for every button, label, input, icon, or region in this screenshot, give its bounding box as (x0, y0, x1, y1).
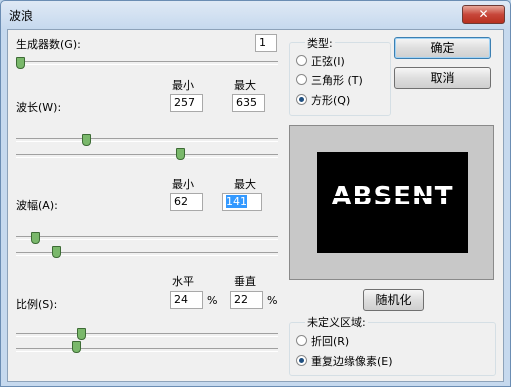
amplitude-min-input[interactable]: 62 (170, 193, 203, 211)
close-button[interactable]: ✕ (462, 5, 505, 24)
wavelength-min-input[interactable]: 257 (170, 94, 203, 112)
preview-wave-slice (317, 212, 468, 214)
type-sine-radio[interactable] (296, 55, 307, 66)
amplitude-min-header: 最小 (172, 178, 194, 191)
type-triangle-label[interactable]: 三角形 (T) (311, 72, 363, 88)
wrap-around-radio[interactable] (296, 335, 307, 346)
scale-vertical-input[interactable]: 22 (230, 291, 263, 309)
wavelength-max-slider-track[interactable] (16, 154, 278, 158)
scale-horizontal-input[interactable]: 24 (170, 291, 203, 309)
wavelength-min-slider-thumb[interactable] (82, 134, 92, 146)
wavelength-max-slider-thumb[interactable] (176, 148, 186, 160)
type-group-title: 类型: (305, 35, 335, 51)
amplitude-min-slider-track[interactable] (16, 236, 278, 240)
wavelength-max-header: 最大 (234, 79, 256, 92)
generators-slider-thumb[interactable] (16, 57, 25, 69)
amplitude-max-slider-thumb[interactable] (51, 246, 61, 258)
title-bar[interactable]: 波浪 ✕ (1, 1, 510, 29)
wavelength-min-header: 最小 (172, 79, 194, 92)
dialog-body: 生成器数(G): 1 最小 最大 波长(W): 257 635 最小 最大 波幅… (7, 29, 504, 382)
cancel-button[interactable]: 取消 (394, 67, 491, 89)
undefined-area-title: 未定义区域: (305, 314, 368, 330)
amplitude-max-input[interactable]: 141 (222, 193, 262, 211)
generators-input[interactable]: 1 (255, 34, 277, 52)
repeat-edge-pixels-label[interactable]: 重复边缘像素(E) (311, 353, 393, 369)
wavelength-label: 波长(W): (16, 101, 62, 114)
preview-image: ABSENT (317, 152, 468, 253)
preview-panel: ABSENT (289, 125, 494, 280)
scale-label: 比例(S): (16, 298, 58, 311)
window-title: 波浪 (9, 9, 34, 23)
ok-button[interactable]: 确定 (394, 37, 491, 59)
generators-slider-track[interactable] (16, 61, 278, 65)
scale-horizontal-header: 水平 (172, 275, 194, 288)
randomize-button[interactable]: 随机化 (363, 289, 424, 311)
scale-horizontal-slider-thumb[interactable] (76, 328, 86, 340)
type-square-radio[interactable] (296, 94, 307, 105)
repeat-edge-pixels-radio[interactable] (296, 355, 307, 366)
preview-wave-slice (317, 196, 468, 198)
amplitude-min-slider-thumb[interactable] (31, 232, 41, 244)
wavelength-min-slider-track[interactable] (16, 138, 278, 142)
wrap-around-label[interactable]: 折回(R) (311, 333, 349, 349)
wave-dialog: 波浪 ✕ 生成器数(G): 1 最小 最大 波长(W): 257 635 最小 … (0, 0, 511, 387)
scale-vertical-slider-thumb[interactable] (71, 341, 81, 353)
amplitude-label: 波幅(A): (16, 199, 58, 212)
wavelength-max-input[interactable]: 635 (232, 94, 265, 112)
generators-label: 生成器数(G): (16, 38, 81, 51)
scale-vertical-header: 垂直 (234, 275, 256, 288)
type-square-label[interactable]: 方形(Q) (311, 92, 350, 108)
scale-vertical-percent: % (267, 294, 278, 307)
preview-wave-slice (317, 204, 468, 206)
type-triangle-radio[interactable] (296, 74, 307, 85)
type-sine-label[interactable]: 正弦(I) (311, 53, 345, 69)
scale-horizontal-slider-track[interactable] (16, 333, 278, 337)
amplitude-max-header: 最大 (234, 178, 256, 191)
scale-vertical-slider-track[interactable] (16, 348, 278, 352)
scale-horizontal-percent: % (207, 294, 218, 307)
